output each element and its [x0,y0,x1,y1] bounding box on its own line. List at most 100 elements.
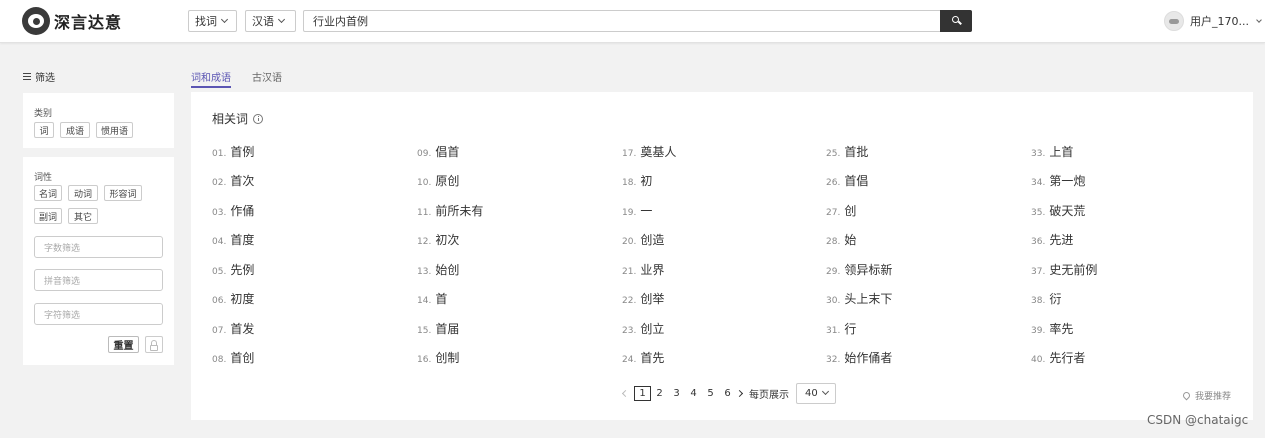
lock-button[interactable] [145,336,163,353]
related-word-item[interactable]: 01. 首例 [212,143,254,160]
related-word-item[interactable]: 19. 一 [622,202,652,219]
page-6[interactable]: 6 [719,388,736,399]
related-word-item[interactable]: 10. 原创 [417,172,459,189]
related-word-item[interactable]: 04. 首度 [212,231,254,248]
related-word-item[interactable]: 27. 创 [826,202,856,219]
related-word-item[interactable]: 16. 创制 [417,349,459,366]
pos-tag-adjective[interactable]: 形容词 [104,185,142,201]
related-word-item[interactable]: 12. 初次 [417,231,459,248]
pagination: 1 2 3 4 5 6 每页展示 40 [620,382,836,404]
related-word-item[interactable]: 05. 先例 [212,261,254,278]
word-text: 领异标新 [844,263,893,277]
word-index: 06. [212,296,227,306]
word-text: 创立 [640,322,665,336]
next-page-icon[interactable] [735,389,744,397]
part-of-speech-panel: 词性 名词 动词 形容词 副词 其它 字数筛选 拼音筛选 字符筛选 重置 [23,157,174,365]
word-text: 首倡 [844,174,869,188]
word-index: 05. [212,267,227,277]
related-word-item[interactable]: 18. 初 [622,172,652,189]
related-word-item[interactable]: 32. 始作俑者 [826,349,892,366]
page-5[interactable]: 5 [702,388,719,399]
word-index: 24. [622,355,637,365]
related-word-item[interactable]: 13. 始创 [417,261,459,278]
recommend-link[interactable]: 我要推荐 [1181,389,1231,402]
related-word-item[interactable]: 28. 始 [826,231,856,248]
page-4[interactable]: 4 [685,388,702,399]
related-word-item[interactable]: 21. 业界 [622,261,664,278]
word-index: 21. [622,267,637,277]
related-word-item[interactable]: 29. 领异标新 [826,261,892,278]
word-text: 初度 [230,292,255,306]
search-button[interactable] [940,10,972,32]
related-word-item[interactable]: 24. 首先 [622,349,664,366]
related-word-item[interactable]: 07. 首发 [212,320,254,337]
category-tag-idiom[interactable]: 成语 [60,122,90,138]
prev-page-icon[interactable] [621,389,630,397]
pinyin-field[interactable]: 拼音筛选 [34,269,163,291]
avatar [1164,11,1184,31]
per-page-select[interactable]: 40 [796,382,836,404]
page-2[interactable]: 2 [651,388,668,399]
related-word-item[interactable]: 39. 率先 [1031,320,1073,337]
language-select[interactable]: 汉语 [245,10,296,32]
related-word-item[interactable]: 33. 上首 [1031,143,1073,160]
lock-icon-body [150,345,158,351]
word-index: 39. [1031,326,1046,336]
related-word-item[interactable]: 34. 第一炮 [1031,172,1085,189]
pos-tag-noun[interactable]: 名词 [34,185,62,201]
related-word-item[interactable]: 14. 首 [417,290,447,307]
reset-button[interactable]: 重置 [108,336,139,353]
search-input[interactable] [304,11,940,31]
pos-tag-other[interactable]: 其它 [68,208,98,224]
filter-header[interactable]: 筛选 [23,69,55,84]
word-text: 首 [435,292,448,306]
pos-tag-verb[interactable]: 动词 [68,185,98,201]
related-word-item[interactable]: 03. 作俑 [212,202,254,219]
word-index: 01. [212,149,227,159]
related-word-item[interactable]: 37. 史无前例 [1031,261,1097,278]
info-icon[interactable] [253,113,264,124]
character-field[interactable]: 字符筛选 [34,303,163,325]
word-text: 第一炮 [1049,174,1086,188]
word-index: 19. [622,208,637,218]
related-word-item[interactable]: 40. 先行者 [1031,349,1085,366]
related-word-item[interactable]: 31. 行 [826,320,856,337]
related-word-item[interactable]: 36. 先进 [1031,231,1073,248]
related-word-item[interactable]: 09. 倡首 [417,143,459,160]
word-index: 15. [417,326,432,336]
mode-select[interactable]: 找词 [188,10,237,32]
related-word-item[interactable]: 35. 破天荒 [1031,202,1085,219]
related-word-item[interactable]: 38. 衍 [1031,290,1061,307]
word-text: 始创 [435,263,460,277]
page-1[interactable]: 1 [634,385,651,401]
related-word-item[interactable]: 30. 头上末下 [826,290,892,307]
page-3[interactable]: 3 [668,388,685,399]
related-word-item[interactable]: 17. 奠基人 [622,143,676,160]
mode-select-value: 找词 [195,15,217,28]
related-word-item[interactable]: 22. 创举 [622,290,664,307]
tab-words-idioms[interactable]: 词和成语 [191,69,231,88]
category-tag-usage[interactable]: 惯用语 [96,122,133,138]
pos-tag-adverb[interactable]: 副词 [34,208,62,224]
word-index: 02. [212,178,227,188]
related-word-item[interactable]: 02. 首次 [212,172,254,189]
related-word-item[interactable]: 06. 初度 [212,290,254,307]
related-word-item[interactable]: 08. 首创 [212,349,254,366]
category-label: 类别 [34,109,53,119]
word-index: 35. [1031,208,1046,218]
word-index: 09. [417,149,432,159]
per-page-label: 每页展示 [749,389,789,401]
char-count-field[interactable]: 字数筛选 [34,236,163,258]
related-word-item[interactable]: 11. 前所未有 [417,202,483,219]
user-menu[interactable]: 用户_170... [1164,10,1262,32]
logo[interactable]: 深言达意 [22,7,122,35]
related-word-item[interactable]: 25. 首批 [826,143,868,160]
related-word-item[interactable]: 20. 创造 [622,231,664,248]
related-word-item[interactable]: 23. 创立 [622,320,664,337]
word-text: 始 [844,233,857,247]
word-text: 原创 [435,174,460,188]
category-tag-word[interactable]: 词 [34,122,54,138]
related-word-item[interactable]: 15. 首届 [417,320,459,337]
related-word-item[interactable]: 26. 首倡 [826,172,868,189]
tab-classical-chinese[interactable]: 古汉语 [252,69,282,88]
